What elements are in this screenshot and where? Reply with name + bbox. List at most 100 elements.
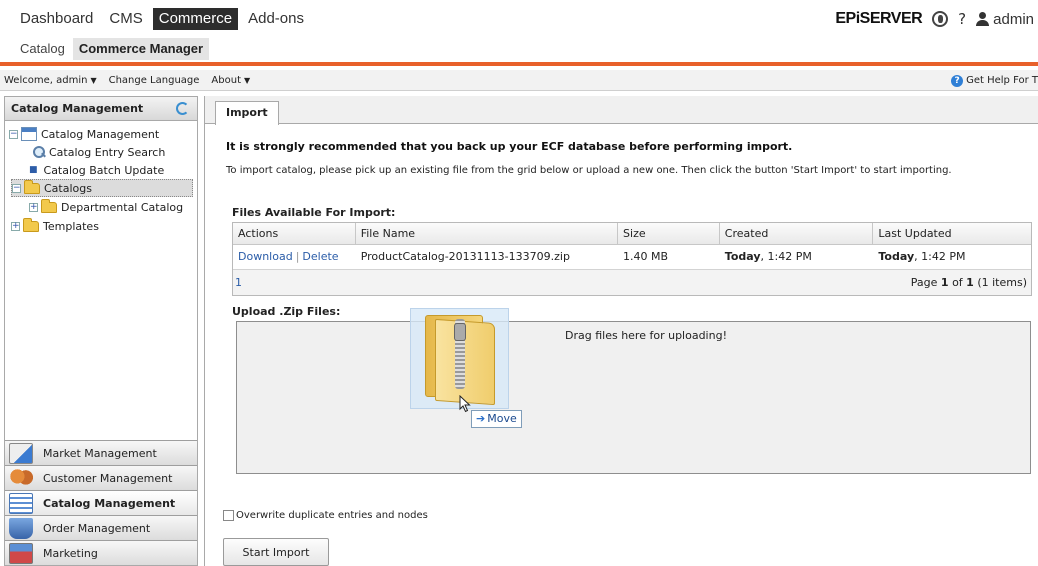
module-accordion: Market Management Customer Management Ca… (5, 440, 197, 565)
tree-node-label: Departmental Catalog (61, 200, 184, 214)
backup-warning: It is strongly recommended that you back… (226, 140, 793, 153)
tree-node-label: Catalog Management (41, 127, 160, 141)
module-catalog-management[interactable]: Catalog Management (5, 490, 197, 515)
start-import-button[interactable]: Start Import (223, 538, 329, 566)
order-icon (9, 517, 33, 539)
zip-folder-icon (421, 315, 499, 406)
menu-dashboard[interactable]: Dashboard (14, 8, 99, 30)
module-order-management[interactable]: Order Management (5, 515, 197, 540)
drop-hint: Drag files here for uploading! (565, 329, 727, 342)
episerver-logo: EPiSERVER (835, 10, 923, 27)
panel-header: Catalog Management (5, 97, 197, 121)
left-navigation-panel: Catalog Management − Catalog Management … (4, 96, 198, 566)
tree-node-catalog-batch-update[interactable]: ■ Catalog Batch Update (29, 161, 164, 179)
overwrite-option[interactable]: Overwrite duplicate entries and nodes (223, 510, 428, 521)
secondary-menu: Catalog Commerce Manager (14, 38, 211, 60)
tree-node-label: Catalog Entry Search (49, 145, 166, 159)
expand-icon[interactable]: + (29, 202, 38, 212)
tree-node-label: Catalog Batch Update (43, 163, 165, 177)
help-button[interactable]: ? (958, 10, 966, 28)
page-link-1[interactable]: 1 (235, 276, 242, 289)
dragged-file-preview (410, 308, 509, 409)
expand-icon[interactable]: + (11, 221, 20, 231)
drag-move-tooltip: ➔ Move (471, 410, 522, 428)
tree-node-label: Catalogs (44, 181, 92, 195)
module-label: Market Management (43, 446, 157, 460)
about-menu[interactable]: About ▼ (211, 75, 250, 86)
menu-commerce-manager[interactable]: Commerce Manager (72, 38, 210, 60)
module-marketing[interactable]: Marketing (5, 540, 197, 565)
tree-node-departmental-catalog[interactable]: + Departmental Catalog (29, 198, 183, 216)
user-name: admin (993, 10, 1034, 28)
created-cell: Today, 1:42 PM (724, 250, 812, 263)
column-header-actions[interactable]: Actions (233, 222, 356, 245)
upload-section-title: Upload .Zip Files: (232, 305, 341, 318)
folder-icon (24, 179, 40, 194)
download-link[interactable]: Download (238, 250, 293, 263)
size-cell: 1.40 MB (623, 250, 669, 263)
tree-node-label: Templates (43, 219, 99, 233)
menu-add-ons[interactable]: Add-ons (242, 8, 310, 30)
file-name-cell: ProductCatalog-20131113-133709.zip (360, 250, 570, 263)
market-icon (9, 442, 33, 464)
globe-icon[interactable] (932, 11, 949, 27)
menu-catalog[interactable]: Catalog (14, 38, 71, 60)
user-icon (976, 12, 990, 26)
marketing-icon (9, 542, 33, 564)
grid-pager: 1 Page 1 of 1 (1 items) (233, 269, 1031, 295)
user-menu[interactable]: admin (976, 11, 1034, 28)
brand-area: EPiSERVER ? admin (835, 8, 1034, 30)
tree-node-catalog-entry-search[interactable]: Catalog Entry Search (33, 143, 165, 161)
row-actions: Download | Delete (238, 250, 339, 263)
panel-title: Catalog Management (11, 102, 144, 115)
menu-cms[interactable]: CMS (103, 8, 148, 30)
move-arrow-icon: ➔ (476, 412, 486, 425)
welcome-menu[interactable]: Welcome, admin ▼ (4, 75, 97, 86)
main-content: Import It is strongly recommended that y… (204, 96, 1038, 566)
overwrite-checkbox[interactable] (223, 510, 234, 521)
tab-strip: Import (205, 96, 1038, 125)
column-header-last-updated[interactable]: Last Updated (873, 223, 1031, 245)
page-status: Page 1 of 1 (1 items) (910, 276, 1027, 289)
customer-icon (9, 467, 33, 489)
column-header-created[interactable]: Created (720, 222, 874, 245)
about-text: About (211, 74, 241, 86)
import-instructions: To import catalog, please pick up an exi… (226, 165, 952, 176)
welcome-bar: Welcome, admin ▼ Change Language About ▼ ?… (0, 70, 1038, 91)
module-market-management[interactable]: Market Management (5, 440, 197, 465)
global-navigation: Dashboard CMS Commerce Add-ons Catalog C… (0, 0, 1038, 66)
tree-node-templates[interactable]: + Templates (11, 217, 99, 235)
welcome-text: Welcome, admin (4, 74, 88, 86)
last-updated-cell: Today, 1:42 PM (878, 250, 966, 263)
delete-link[interactable]: Delete (302, 250, 338, 263)
module-label: Order Management (43, 521, 151, 535)
help-icon: ? (951, 74, 964, 87)
tab-import[interactable]: Import (215, 101, 279, 125)
folder-icon (23, 217, 39, 232)
overwrite-label: Overwrite duplicate entries and nodes (236, 510, 428, 521)
folder-icon (41, 198, 57, 213)
get-help-link[interactable]: ? Get Help For T (951, 70, 1038, 91)
file-drop-zone[interactable]: Drag files here for uploading! (236, 321, 1031, 474)
change-language-link[interactable]: Change Language (109, 75, 200, 86)
collapse-icon[interactable]: − (9, 129, 18, 139)
refresh-icon[interactable] (176, 102, 189, 115)
module-label: Catalog Management (43, 496, 176, 510)
bullet-icon: ■ (29, 165, 38, 175)
column-header-size[interactable]: Size (618, 222, 720, 245)
collapse-icon[interactable]: − (12, 183, 21, 193)
tree-node-catalogs[interactable]: − Catalogs (11, 179, 193, 197)
primary-menu: Dashboard CMS Commerce Add-ons (14, 8, 314, 30)
search-icon (33, 146, 45, 158)
tree-node-catalog-management[interactable]: − Catalog Management (9, 125, 159, 143)
menu-commerce[interactable]: Commerce (152, 8, 239, 30)
panel-splitter[interactable] (197, 357, 201, 387)
catalog-icon (9, 492, 33, 514)
module-customer-management[interactable]: Customer Management (5, 465, 197, 490)
grid-header-row: Actions File Name Size Created Last Upda… (233, 222, 1031, 245)
column-header-file-name[interactable]: File Name (356, 222, 619, 245)
table-row[interactable]: Download | Delete ProductCatalog-20131113-… (233, 245, 1031, 269)
module-label: Marketing (43, 546, 98, 560)
caret-down-icon: ▼ (90, 75, 97, 85)
calendar-icon (21, 127, 37, 141)
